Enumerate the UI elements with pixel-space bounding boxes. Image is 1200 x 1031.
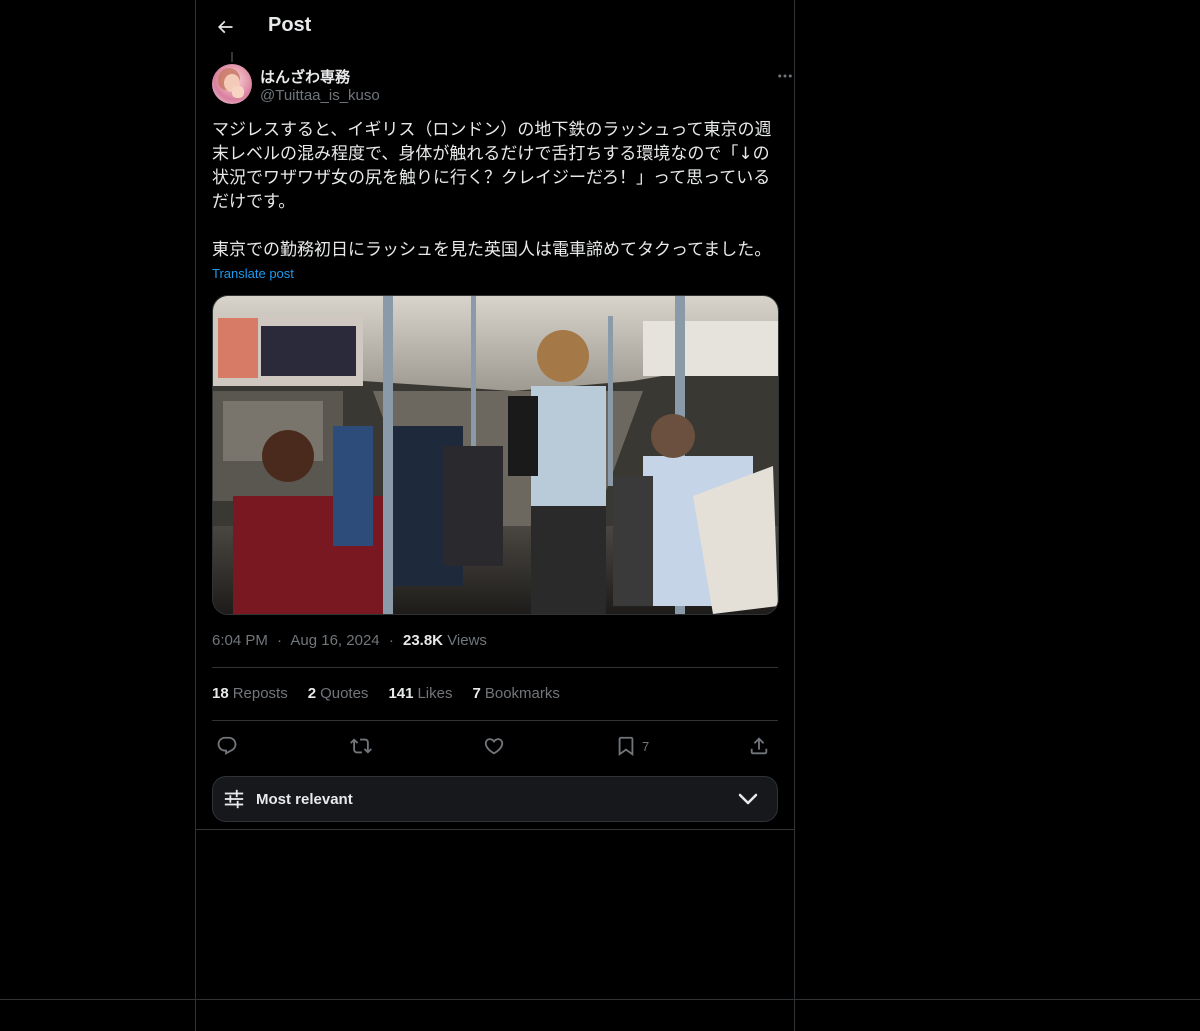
- reply-button[interactable]: [216, 733, 238, 759]
- post-time[interactable]: 6:04 PM: [212, 632, 268, 649]
- likes-count: 141: [388, 685, 414, 702]
- bookmark-button[interactable]: 7: [615, 733, 649, 759]
- bookmarks-count: 7: [472, 685, 481, 702]
- reposts-stat[interactable]: 18 Reposts: [212, 685, 288, 702]
- repost-icon: [350, 738, 372, 754]
- post-author: はんざわ専務 @Tuittaa_is_kuso: [212, 64, 792, 108]
- sort-label: Most relevant: [256, 791, 353, 808]
- heart-icon: [484, 738, 504, 755]
- like-button[interactable]: [483, 733, 505, 759]
- avatar[interactable]: [212, 64, 252, 104]
- sort-replies-dropdown[interactable]: Most relevant: [212, 776, 778, 822]
- bookmark-icon: [618, 736, 634, 757]
- more-horizontal-icon: [778, 74, 792, 78]
- post-stats: 18 Reposts 2 Quotes 141 Likes 7 Bookmarks: [212, 685, 560, 702]
- author-display-name[interactable]: はんざわ専務: [260, 66, 350, 87]
- chevron-down-icon: [738, 793, 758, 805]
- quotes-count: 2: [307, 685, 317, 702]
- views-count: 23.8K: [402, 632, 444, 649]
- divider: [212, 720, 778, 721]
- reposts-count: 18: [212, 685, 229, 702]
- divider: [212, 667, 778, 668]
- views-label: Views: [447, 632, 487, 649]
- translate-post-link[interactable]: Translate post: [212, 266, 294, 281]
- likes-label: Likes: [417, 685, 453, 702]
- bookmarks-stat[interactable]: 7 Bookmarks: [473, 685, 560, 702]
- bookmarks-label: Bookmarks: [484, 685, 560, 702]
- more-options-button[interactable]: [768, 64, 802, 88]
- reposts-label: Reposts: [232, 685, 288, 702]
- meta-separator: ·: [277, 632, 283, 649]
- share-icon: [750, 737, 768, 755]
- post-date[interactable]: Aug 16, 2024: [290, 632, 379, 649]
- sliders-icon: [224, 789, 244, 809]
- post-actions: 7: [212, 733, 778, 759]
- reply-icon: [217, 736, 237, 755]
- main-column: Post はんざわ専務 @Tuittaa_is_kuso マジレスすると、イギリ…: [195, 0, 795, 1031]
- header: Post: [196, 0, 794, 53]
- page-title: Post: [268, 14, 312, 36]
- arrow-left-icon: [217, 20, 233, 34]
- post-text: マジレスすると、イギリス（ロンドン）の地下鉄のラッシュって東京の週末レベルの混み…: [212, 120, 772, 260]
- back-button[interactable]: [208, 10, 242, 44]
- post-photo[interactable]: [212, 295, 779, 615]
- author-handle[interactable]: @Tuittaa_is_kuso: [260, 87, 380, 104]
- repost-button[interactable]: [350, 733, 372, 759]
- quotes-label: Quotes: [320, 685, 369, 702]
- post-meta: 6:04 PM · Aug 16, 2024 · 23.8K Views: [212, 632, 487, 649]
- meta-separator: ·: [388, 632, 394, 649]
- share-button[interactable]: [748, 733, 770, 759]
- likes-stat[interactable]: 141 Likes: [388, 685, 452, 702]
- page: Post はんざわ専務 @Tuittaa_is_kuso マジレスすると、イギリ…: [0, 0, 1200, 1031]
- quotes-stat[interactable]: 2 Quotes: [308, 685, 369, 702]
- thread-connector: [231, 52, 233, 62]
- column-section-divider: [196, 829, 794, 830]
- subway-photo-image: [213, 296, 778, 614]
- bookmark-action-count: 7: [642, 738, 650, 754]
